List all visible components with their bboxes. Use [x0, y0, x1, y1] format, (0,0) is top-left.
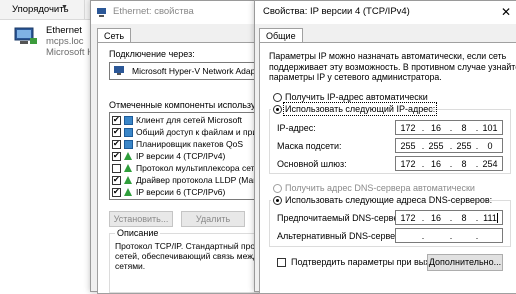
- intro-line: Параметры IP можно назначать автоматичес…: [269, 51, 507, 61]
- gateway-field[interactable]: 172. 16. 8. 254: [395, 156, 503, 171]
- ipv4-properties-window: Свойства: IP версии 4 (TCP/IPv4) ✕ Общие…: [254, 0, 516, 294]
- network-icon: [124, 116, 133, 125]
- title-bar: Ethernet: свойства: [91, 1, 279, 24]
- manual-ip-label[interactable]: Использовать следующий IP-адрес:: [282, 102, 438, 116]
- octet: 8: [461, 159, 467, 169]
- install-button[interactable]: Установить...: [109, 211, 173, 227]
- network-icon: [124, 128, 133, 137]
- description-text: Протокол TCP/IP. Стандартный протоко сет…: [115, 241, 274, 271]
- tab-general[interactable]: Общие: [259, 28, 303, 43]
- component-checkbox[interactable]: [112, 150, 121, 161]
- advanced-button[interactable]: Дополнительно...: [427, 254, 503, 271]
- tab-network[interactable]: Сеть: [97, 28, 132, 43]
- octet: 172: [400, 213, 416, 223]
- component-checkbox[interactable]: [112, 174, 121, 185]
- components-label: Отмеченные компоненты используются эт: [109, 100, 277, 110]
- ip-address-label: IP-адрес:: [277, 123, 316, 133]
- component-label: Клиент для сетей Microsoft: [136, 115, 243, 125]
- component-label: Планировщик пакетов QoS: [136, 139, 244, 149]
- manual-dns-label[interactable]: Использовать следующие адреса DNS-сервер…: [285, 195, 492, 205]
- gateway-label: Основной шлюз:: [277, 159, 347, 169]
- adapter-field: Microsoft Hyper-V Network Adapter: [109, 62, 277, 80]
- octet: 0: [487, 141, 493, 151]
- close-icon[interactable]: ✕: [501, 5, 511, 19]
- description-line: сетей, обеспечивающий связь между ра: [115, 251, 274, 261]
- organize-chevron-down-icon[interactable]: ▼: [61, 4, 68, 11]
- validate-label[interactable]: Подтвердить параметры при выходе: [291, 257, 445, 267]
- description-line: Протокол TCP/IP. Стандартный протоко: [115, 241, 272, 251]
- octet: 8: [461, 213, 467, 223]
- intro-line: поддерживает эту возможность. В противно…: [269, 61, 516, 72]
- window-adapter-icon: [97, 8, 106, 17]
- network-adapter-icon[interactable]: [14, 26, 38, 46]
- auto-ip-radio[interactable]: [273, 93, 282, 102]
- protocol-icon: [124, 188, 132, 196]
- window-title: Ethernet: свойства: [113, 6, 194, 17]
- octet: 254: [482, 159, 498, 169]
- connect-via-label: Подключение через:: [109, 49, 195, 59]
- window-title: Свойства: IP версии 4 (TCP/IPv4): [263, 6, 410, 17]
- protocol-icon: [124, 176, 132, 184]
- manual-ip-radio[interactable]: [273, 105, 282, 114]
- title-bar: Свойства: IP версии 4 (TCP/IPv4) ✕: [255, 1, 516, 24]
- auto-ip-label[interactable]: Получить IP-адрес автоматически: [285, 92, 428, 102]
- component-label: Протокол мультиплексора сетевог: [136, 163, 272, 173]
- octet: 172: [400, 123, 416, 133]
- manual-dns-radio[interactable]: [273, 196, 282, 205]
- alternate-dns-field[interactable]: . . .: [395, 228, 503, 243]
- intro-line: параметры IP у сетевого администратора.: [269, 72, 442, 82]
- intro-text: Параметры IP можно назначать автоматичес…: [269, 51, 516, 83]
- component-checkbox[interactable]: [112, 114, 121, 125]
- toolbar-divider: [84, 0, 85, 20]
- alternate-dns-label: Альтернативный DNS-сервер:: [277, 231, 403, 241]
- octet: 101: [482, 123, 498, 133]
- octet: 16: [430, 213, 441, 223]
- component-label: Драйвер протокола LLDP (Майкро: [136, 175, 272, 185]
- octet: 16: [430, 123, 441, 133]
- component-checkbox[interactable]: [112, 164, 121, 173]
- octet: 8: [461, 123, 467, 133]
- text-cursor: [497, 213, 498, 223]
- protocol-icon: [124, 164, 132, 172]
- octet: 255: [456, 141, 472, 151]
- subnet-mask-field[interactable]: 255. 255. 255. 0: [395, 138, 503, 153]
- components-list[interactable]: Клиент для сетей Microsoft Общий доступ …: [109, 112, 277, 200]
- validate-checkbox[interactable]: [277, 258, 286, 267]
- component-checkbox[interactable]: [112, 126, 121, 137]
- component-label: IP версии 6 (TCP/IPv6): [136, 187, 226, 197]
- preferred-dns-field[interactable]: 172. 16. 8. 111: [395, 210, 503, 225]
- ip-address-field[interactable]: 172. 16. 8. 101: [395, 120, 503, 135]
- protocol-icon: [124, 152, 132, 160]
- description-line: сетями.: [115, 261, 146, 271]
- component-label: IP версии 4 (TCP/IPv4): [136, 151, 226, 161]
- octet: 255: [428, 141, 444, 151]
- remove-button[interactable]: Удалить: [181, 211, 245, 227]
- network-icon: [124, 140, 133, 149]
- octet: 255: [400, 141, 416, 151]
- auto-dns-label[interactable]: Получить адрес DNS-сервера автоматически: [285, 183, 475, 193]
- component-checkbox[interactable]: [112, 138, 121, 149]
- subnet-mask-label: Маска подсети:: [277, 141, 342, 151]
- octet: 172: [400, 159, 416, 169]
- adapter-name-value: Microsoft Hyper-V Network Adapter: [132, 66, 266, 76]
- ethernet-properties-window: Ethernet: свойства Сеть Подключение чере…: [90, 0, 280, 294]
- octet: 16: [430, 159, 441, 169]
- component-checkbox[interactable]: [112, 186, 121, 197]
- adapter-icon: [114, 66, 124, 75]
- preferred-dns-label: Предпочитаемый DNS-сервер:: [277, 213, 406, 223]
- description-title: Описание: [115, 228, 161, 238]
- auto-dns-radio[interactable]: [273, 184, 282, 193]
